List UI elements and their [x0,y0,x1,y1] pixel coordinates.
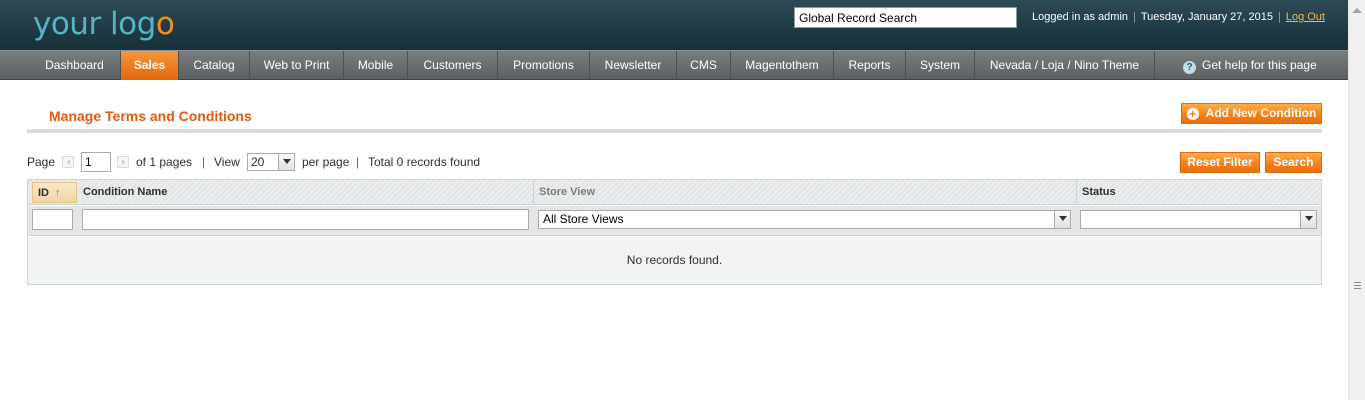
nav-item-magentothem[interactable]: Magentothem [731,51,834,80]
header-date: Tuesday, January 27, 2015 [1140,11,1273,23]
condition-name-filter-input[interactable] [82,209,529,230]
title-divider [27,129,1322,133]
chevron-down-icon [1300,211,1316,228]
page-scrollbar[interactable] [1348,0,1365,400]
admin-header: your logo Logged in as admin | Tuesday, Ja… [0,0,1348,50]
plus-icon: + [1186,108,1199,120]
logo-text: your log [33,6,156,42]
pager-separator: | [356,155,360,169]
total-records-text: Total 0 records found [368,155,481,169]
page-title: Manage Terms and Conditions [49,108,252,124]
per-page-label: per page [302,155,350,169]
chevron-down-icon [278,154,294,170]
column-header-id[interactable]: ID ↑ [32,182,77,203]
nav-item-dashboard[interactable]: Dashboard [29,51,121,80]
pager-separator: | [202,155,206,169]
header-separator: | [1277,11,1281,23]
grid-header-row: ID ↑ Condition Name Store View Status [28,180,1321,205]
chevron-down-icon [1054,211,1070,228]
view-label: View [214,155,240,169]
column-id-label: ID [38,187,49,199]
prev-page-icon[interactable] [62,156,74,168]
nav-item-customers[interactable]: Customers [408,51,498,80]
scroll-grip-icon [1354,282,1361,291]
id-filter-input[interactable] [32,209,73,230]
global-search-input[interactable] [794,7,1017,28]
logo-accent: o [155,6,175,42]
nav-item-theme[interactable]: Nevada / Loja / Nino Theme [975,51,1155,80]
page-count-text: of 1 pages [136,155,193,169]
nav-item-newsletter[interactable]: Newsletter [590,51,677,80]
page-number-input[interactable] [81,152,111,172]
next-page-icon[interactable] [117,156,129,168]
add-button-label: Add New Condition [1205,106,1317,120]
per-page-value: 20 [251,155,265,169]
page-label: Page [27,155,56,169]
filter-row: All Store Views [28,206,1321,236]
nav-item-system[interactable]: System [906,51,975,80]
header-user-info: Logged in as admin | Tuesday, January 27, … [1032,11,1325,23]
logout-link[interactable]: Log Out [1286,11,1325,23]
terms-grid: ID ↑ Condition Name Store View Status All… [27,179,1322,285]
reset-filter-button[interactable]: Reset Filter [1180,152,1260,173]
store-view-filter-value: All Store Views [543,212,624,226]
column-header-condition-name[interactable]: Condition Name [78,180,534,205]
nav-item-web-to-print[interactable]: Web to Print [250,51,344,80]
store-view-filter-select[interactable]: All Store Views [538,210,1071,229]
main-nav: Dashboard Sales Catalog Web to Print Mob… [0,50,1348,80]
help-icon: ? [1183,61,1196,74]
sort-arrow-icon: ↑ [55,187,61,199]
status-filter-select[interactable] [1080,210,1317,229]
scroll-up-icon[interactable] [1352,3,1362,13]
search-button[interactable]: Search [1265,152,1322,173]
per-page-select[interactable]: 20 [247,153,295,171]
nav-item-cms[interactable]: CMS [677,51,731,80]
header-separator: | [1133,11,1136,23]
column-header-status[interactable]: Status [1077,180,1321,205]
help-link[interactable]: ? Get help for this page [1183,51,1317,80]
help-label: Get help for this page [1202,58,1317,72]
nav-item-catalog[interactable]: Catalog [179,51,250,80]
logged-in-text: Logged in as admin [1032,11,1129,23]
nav-item-promotions[interactable]: Promotions [498,51,590,80]
column-header-store-view: Store View [534,180,1077,205]
nav-item-sales[interactable]: Sales [121,51,179,80]
logo[interactable]: your logo [33,6,175,42]
add-new-condition-button[interactable]: + Add New Condition [1181,103,1322,124]
empty-message: No records found. [28,237,1321,284]
nav-item-reports[interactable]: Reports [834,51,906,80]
nav-item-mobile[interactable]: Mobile [344,51,408,80]
